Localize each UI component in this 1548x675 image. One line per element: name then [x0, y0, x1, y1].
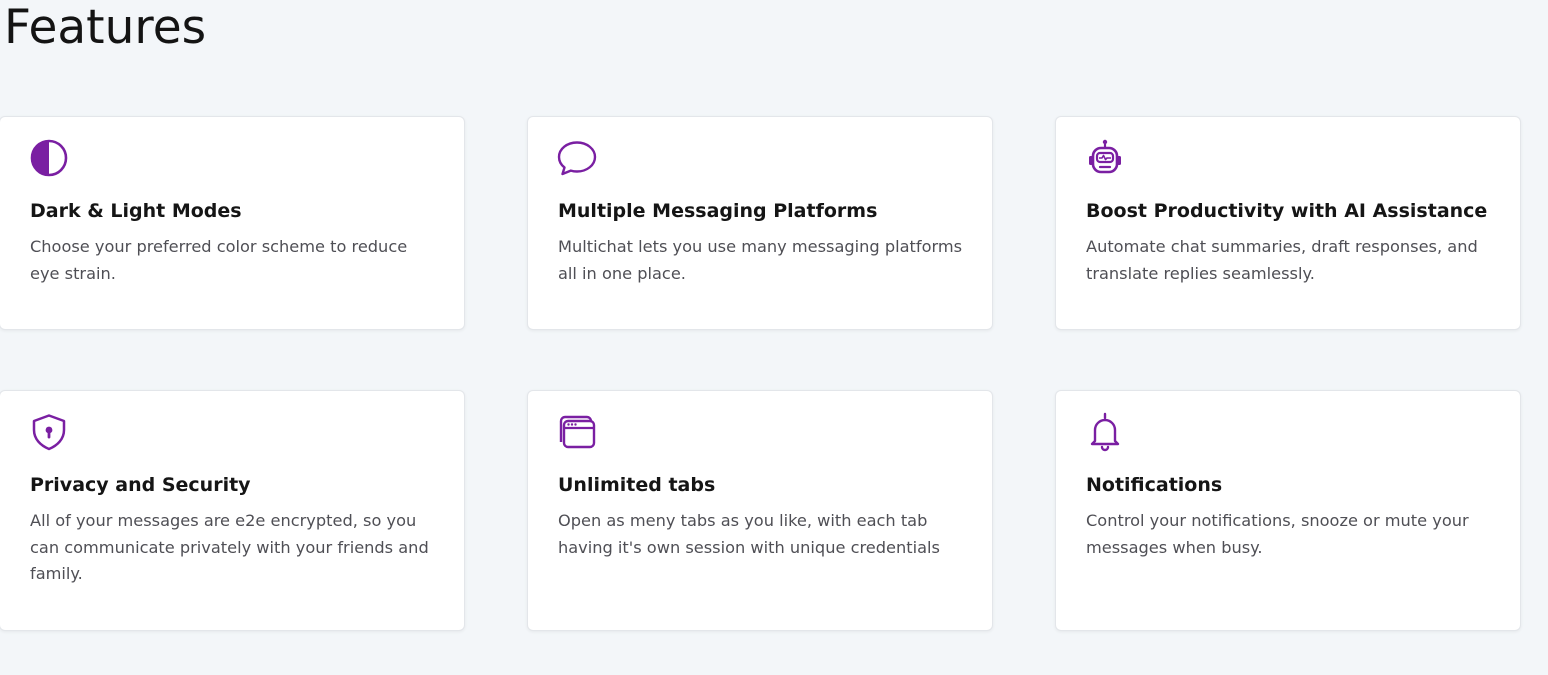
feature-title: Boost Productivity with AI Assistance [1086, 200, 1488, 222]
feature-title: Notifications [1086, 474, 1223, 496]
bell-icon [1084, 411, 1126, 453]
chat-bubble-icon [556, 137, 598, 179]
half-circle-contrast-icon [28, 137, 70, 179]
feature-description: Control your notifications, snooze or mu… [1086, 511, 1469, 557]
page-title: Features [4, 0, 207, 55]
feature-title: Dark & Light Modes [30, 200, 242, 222]
feature-title: Privacy and Security [30, 474, 251, 496]
feature-description: Choose your preferred color scheme to re… [30, 237, 408, 283]
feature-description: Multichat lets you use many messaging pl… [558, 237, 963, 283]
feature-description: Open as meny tabs as you like, with each… [558, 511, 940, 557]
feature-description: Automate chat summaries, draft responses… [1086, 237, 1478, 283]
feature-card-dark-light-modes: Dark & Light Modes Choose your preferred… [0, 116, 465, 330]
feature-card-notifications: Notifications Control your notifications… [1055, 390, 1521, 631]
feature-card-unlimited-tabs: Unlimited tabs Open as meny tabs as you … [527, 390, 993, 631]
robot-icon [1084, 137, 1126, 179]
feature-description: All of your messages are e2e encrypted, … [30, 511, 429, 583]
feature-title: Multiple Messaging Platforms [558, 200, 878, 222]
shield-lock-icon [28, 411, 70, 453]
feature-card-ai-assistance: Boost Productivity with AI Assistance Au… [1055, 116, 1521, 330]
feature-card-multiple-messaging: Multiple Messaging Platforms Multichat l… [527, 116, 993, 330]
feature-title: Unlimited tabs [558, 474, 716, 496]
browser-tabs-icon [556, 411, 598, 453]
feature-card-privacy-security: Privacy and Security All of your message… [0, 390, 465, 631]
